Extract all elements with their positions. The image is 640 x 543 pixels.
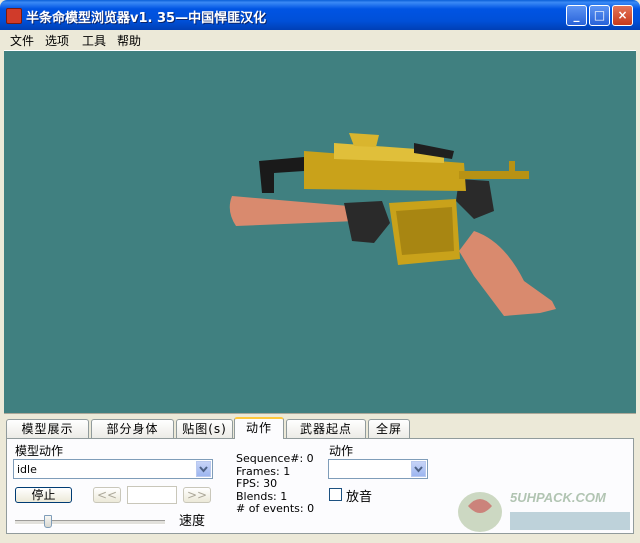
model-viewport[interactable] [4,50,636,414]
tab-weapon-origin[interactable]: 武器起点 [286,419,366,438]
chevron-down-icon[interactable] [196,461,211,477]
tab-fullscreen[interactable]: 全屏 [368,419,410,438]
tab-textures[interactable]: 贴图(s) [176,419,233,438]
sound-checkbox[interactable] [329,488,342,501]
app-window: 半条命模型浏览器v1. 35—中国悍匪汉化 _ □ × 文件 选项 工具 帮助 [0,0,640,540]
weapon-model-render [229,133,556,316]
fps-value: FPS: 30 [236,477,278,490]
chevron-down-icon[interactable] [411,461,426,477]
app-icon [6,8,22,24]
menu-help[interactable]: 帮助 [117,32,141,49]
menu-options[interactable]: 选项 [45,32,69,49]
watermark-text: 5UHPACK.COM [510,490,607,505]
sequence-label: 模型动作 [15,444,64,458]
tab-bodyparts[interactable]: 部分身体 [91,419,174,438]
action-select[interactable] [328,459,428,479]
title-bar[interactable]: 半条命模型浏览器v1. 35—中国悍匪汉化 _ □ × [0,0,640,30]
speed-label: 速度 [179,514,206,529]
minimize-button[interactable]: _ [566,5,587,26]
menu-bar: 文件 选项 工具 帮助 [4,30,636,50]
sequence-value: idle [17,463,37,476]
prev-frame-button[interactable]: << [93,487,121,503]
speed-slider-thumb[interactable] [43,515,52,528]
action-label: 动作 [329,444,354,458]
menu-tools[interactable]: 工具 [82,32,106,49]
next-frame-button[interactable]: >> [183,487,211,503]
sound-checkbox-label: 放音 [346,490,373,505]
speed-slider-track [15,520,165,525]
sequence-info: Sequence#: 0 Frames: 1 FPS: 30 Blends: 1… [236,452,315,516]
events-count: # of events: 0 [236,502,315,515]
maximize-button[interactable]: □ [589,5,610,26]
close-button[interactable]: × [612,5,633,26]
watermark-logo: 5UHPACK.COM [450,470,640,540]
sequence-select[interactable]: idle [13,459,213,479]
tab-model-display[interactable]: 模型展示 [6,419,89,438]
sequence-number: Sequence#: 0 [236,452,314,465]
window-title: 半条命模型浏览器v1. 35—中国悍匪汉化 [26,11,267,26]
menu-file[interactable]: 文件 [10,32,34,49]
speed-slider[interactable] [15,515,165,529]
stop-button[interactable]: 停止 [15,487,72,503]
frame-input[interactable] [127,486,177,504]
tab-sequences[interactable]: 动作 [234,417,284,439]
